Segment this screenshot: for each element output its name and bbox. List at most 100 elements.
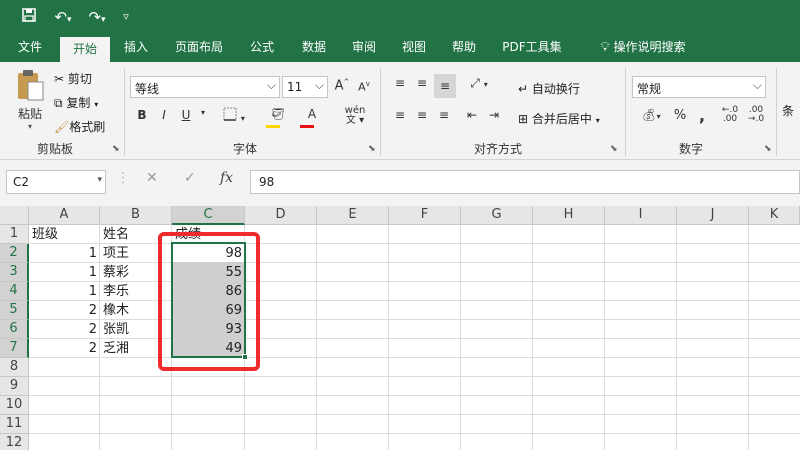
- dialog-launcher-icon[interactable]: ⬊: [112, 144, 120, 154]
- italic-button[interactable]: I: [156, 108, 172, 122]
- bold-button[interactable]: B: [134, 108, 150, 122]
- cancel-icon[interactable]: ✕: [146, 170, 158, 186]
- dialog-launcher-icon[interactable]: ⬊: [610, 144, 618, 154]
- ribbon-tabs: 文件 开始 插入 页面布局 公式 数据 审阅 视图 帮助 PDF工具集 💡︎ 操…: [0, 34, 800, 62]
- phonetic-guide-icon[interactable]: wén 文 ▾: [340, 106, 370, 126]
- enter-icon[interactable]: ✓: [184, 170, 196, 186]
- gridline: [316, 225, 317, 450]
- increase-decimal-icon[interactable]: ←.0.00: [720, 106, 740, 124]
- cell-a6[interactable]: 2: [29, 320, 100, 339]
- row-header[interactable]: 9: [0, 377, 29, 396]
- align-left-icon[interactable]: ≡: [392, 108, 408, 122]
- align-center-icon[interactable]: ≡: [414, 108, 430, 122]
- cell-a3[interactable]: 1: [29, 263, 100, 282]
- tab-pdf-tools[interactable]: PDF工具集: [496, 34, 568, 62]
- scissors-icon: ✂: [54, 72, 65, 86]
- tab-home[interactable]: 开始: [60, 37, 110, 62]
- percent-button[interactable]: %: [672, 108, 688, 123]
- row-header[interactable]: 8: [0, 358, 29, 377]
- column-header-d[interactable]: D: [245, 206, 317, 225]
- border-icon: [223, 107, 237, 121]
- gridline: [29, 433, 800, 434]
- tab-page-layout[interactable]: 页面布局: [168, 34, 230, 62]
- select-all-corner[interactable]: [0, 206, 29, 225]
- decrease-indent-icon[interactable]: ⇤: [464, 108, 480, 122]
- fill-color-button[interactable]: 🪣︎: [264, 107, 292, 128]
- conditional-format-button[interactable]: 条: [782, 102, 794, 119]
- name-box[interactable]: C2 ▾: [6, 170, 106, 194]
- undo-icon[interactable]: ↶▾: [50, 7, 76, 27]
- column-header-g[interactable]: G: [461, 206, 533, 225]
- row-header[interactable]: 7: [0, 339, 29, 358]
- format-painter-button[interactable]: 🖌︎格式刷: [54, 118, 105, 135]
- shrink-font-button[interactable]: Av: [356, 80, 372, 94]
- tell-me-search[interactable]: 💡︎ 操作说明搜索: [588, 34, 698, 62]
- cell-a2[interactable]: 1: [29, 244, 100, 263]
- row-header[interactable]: 5: [0, 301, 29, 320]
- underline-button[interactable]: U: [178, 108, 194, 122]
- grow-font-button[interactable]: A^: [334, 78, 350, 93]
- column-header-a[interactable]: A: [29, 206, 100, 225]
- column-header-h[interactable]: H: [533, 206, 605, 225]
- tab-file[interactable]: 文件: [8, 34, 52, 62]
- row-header[interactable]: 2: [0, 244, 29, 263]
- align-bottom-icon[interactable]: ≡: [434, 74, 456, 98]
- increase-indent-icon[interactable]: ⇥: [486, 108, 502, 122]
- row-header[interactable]: 12: [0, 434, 29, 450]
- column-header-f[interactable]: F: [389, 206, 461, 225]
- cut-button[interactable]: ✂ 剪切: [54, 70, 92, 87]
- gridline: [460, 225, 461, 450]
- cell-a5[interactable]: 2: [29, 301, 100, 320]
- wrap-text-button[interactable]: ↵ 自动换行: [518, 80, 580, 97]
- tab-insert[interactable]: 插入: [114, 34, 158, 62]
- redo-icon[interactable]: ↷▾: [84, 7, 110, 27]
- align-right-icon[interactable]: ≡: [436, 108, 452, 122]
- formula-input[interactable]: 98: [250, 170, 800, 194]
- customize-qat-icon[interactable]: ▿: [118, 7, 134, 27]
- font-color-button[interactable]: A: [298, 107, 326, 128]
- gridline: [676, 225, 677, 450]
- orientation-icon[interactable]: ⤢ ▾: [466, 76, 492, 91]
- font-size-select[interactable]: 11 ⌵: [282, 76, 328, 98]
- align-top-icon[interactable]: ≡: [392, 76, 408, 90]
- underline-dropdown-icon[interactable]: ▾: [198, 108, 208, 117]
- save-icon[interactable]: [18, 7, 40, 27]
- comma-style-button[interactable]: ,: [694, 106, 710, 125]
- column-header-c[interactable]: C: [172, 206, 245, 225]
- borders-button[interactable]: ▾: [222, 107, 246, 124]
- copy-button[interactable]: ⧉ 复制 ▾: [54, 94, 98, 111]
- column-header-j[interactable]: J: [677, 206, 749, 225]
- tab-data[interactable]: 数据: [292, 34, 336, 62]
- number-format-select[interactable]: 常规 ⌵: [632, 76, 766, 98]
- column-header-k[interactable]: K: [749, 206, 800, 225]
- font-name-select[interactable]: 等线 ⌵: [130, 76, 280, 98]
- paste-dropdown-icon: ▾: [27, 122, 32, 131]
- row-header[interactable]: 11: [0, 415, 29, 434]
- dialog-launcher-icon[interactable]: ⬊: [764, 144, 772, 154]
- row-header[interactable]: 3: [0, 263, 29, 282]
- accounting-format-icon[interactable]: 💰︎▾: [636, 108, 666, 122]
- column-header-e[interactable]: E: [317, 206, 389, 225]
- cell-a1[interactable]: 班级: [29, 225, 100, 244]
- clipboard-icon: [18, 70, 44, 101]
- align-middle-icon[interactable]: ≡: [414, 76, 430, 90]
- row-header[interactable]: 6: [0, 320, 29, 339]
- clipboard-group-label: 剪贴板: [36, 142, 73, 156]
- column-header-b[interactable]: B: [100, 206, 172, 225]
- paste-button[interactable]: 粘贴 ▾: [10, 68, 50, 136]
- row-header[interactable]: 10: [0, 396, 29, 415]
- cell-a4[interactable]: 1: [29, 282, 100, 301]
- tab-view[interactable]: 视图: [392, 34, 436, 62]
- tab-formulas[interactable]: 公式: [240, 34, 284, 62]
- merge-center-button[interactable]: ⊞ 合并后居中 ▾: [518, 110, 600, 127]
- decrease-decimal-icon[interactable]: .00 →.0: [746, 106, 766, 124]
- insert-function-icon[interactable]: fx: [220, 170, 233, 186]
- gridline: [29, 376, 800, 377]
- tab-review[interactable]: 审阅: [342, 34, 386, 62]
- column-header-i[interactable]: I: [605, 206, 677, 225]
- row-header[interactable]: 1: [0, 225, 29, 244]
- row-header[interactable]: 4: [0, 282, 29, 301]
- cell-a7[interactable]: 2: [29, 339, 100, 358]
- dialog-launcher-icon[interactable]: ⬊: [368, 144, 376, 154]
- tab-help[interactable]: 帮助: [442, 34, 486, 62]
